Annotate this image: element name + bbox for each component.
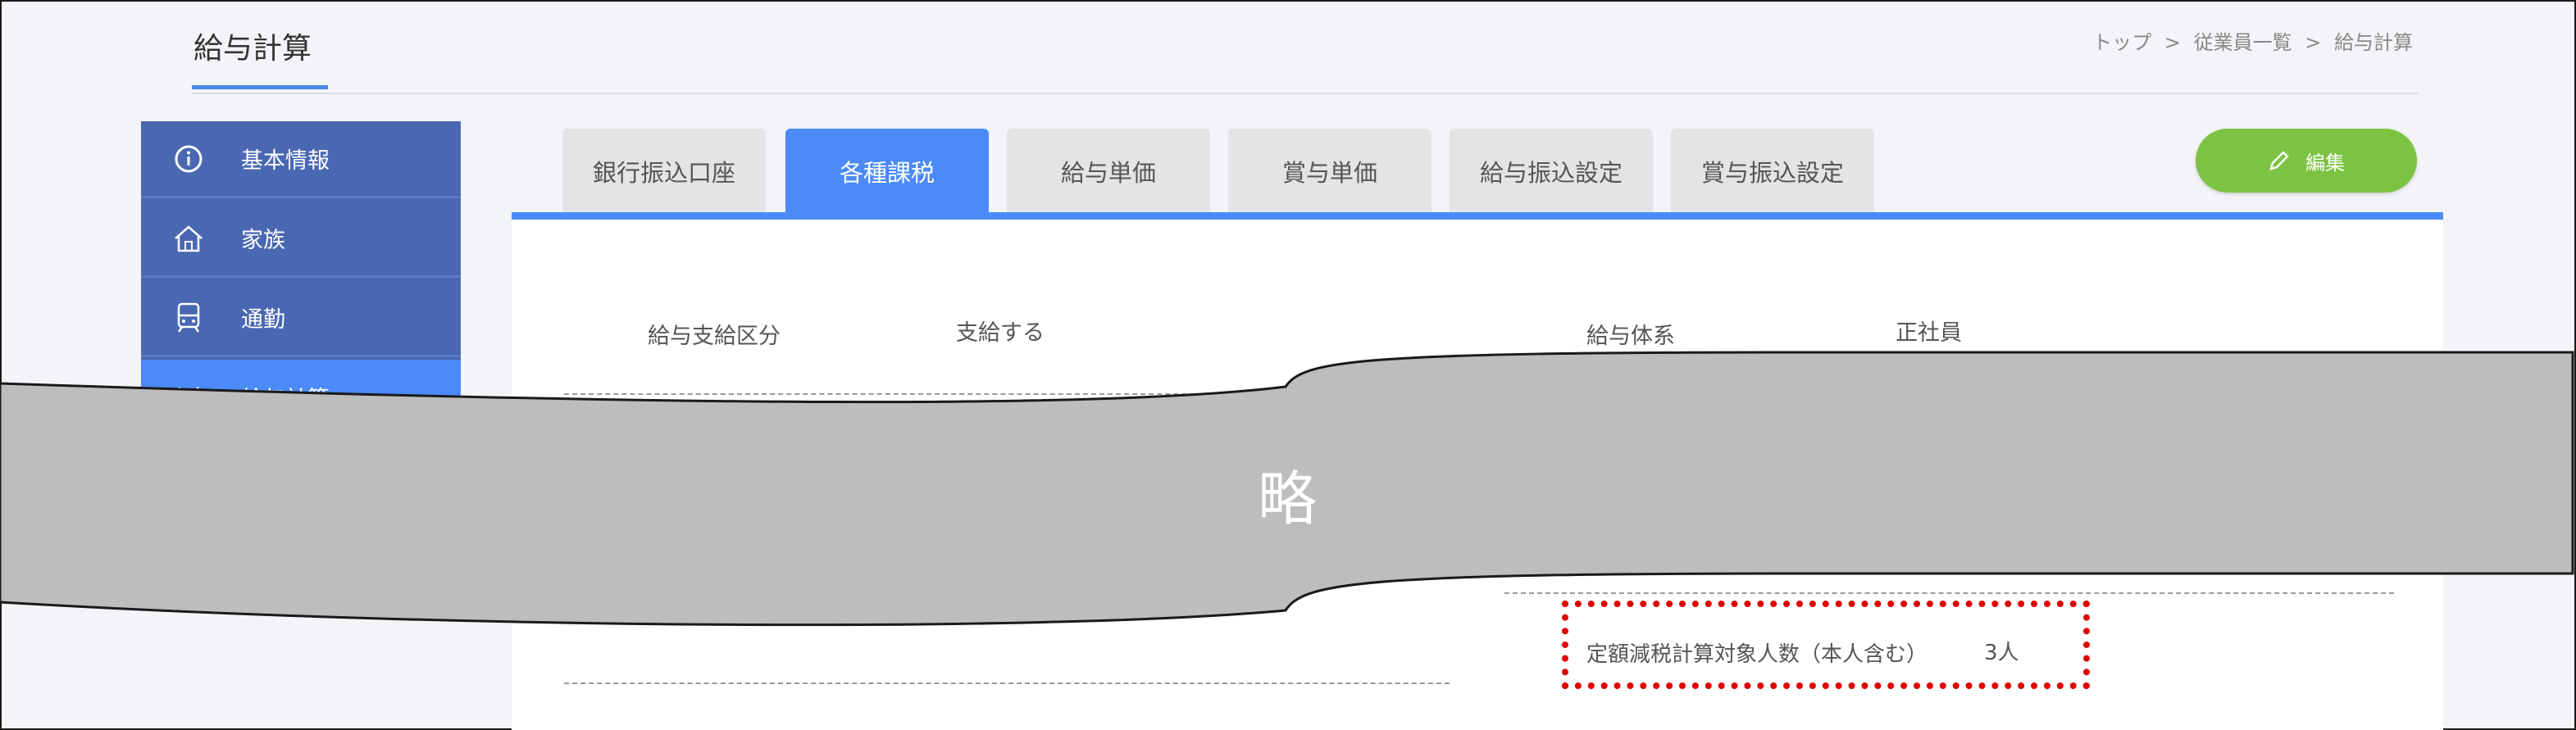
omission-band: [0, 351, 2574, 627]
tax-reduction-count-label: 定額減税計算対象人数（本人含む）: [1586, 642, 1928, 667]
tax-reduction-count-value: 3人: [1984, 641, 2019, 665]
omission-label: 略: [1258, 465, 1318, 533]
